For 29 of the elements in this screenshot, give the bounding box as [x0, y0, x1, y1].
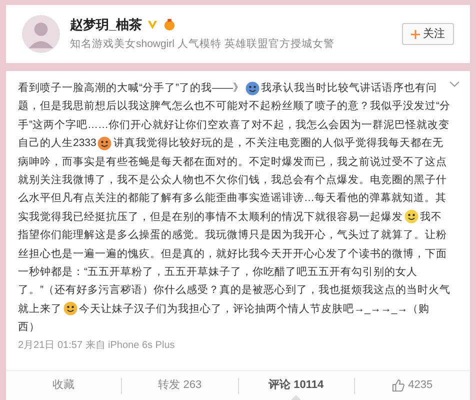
post-text: 丝担心也是一遍一遍的愧疚。但是真的，就好比我今天开开心心发了个读书的微博，下面: [18, 246, 447, 262]
post-text: 我承认我当时比较气讲话语序也有问: [261, 81, 437, 96]
post-text: 实我觉得我已经挺抗压了，但是在别的事情不太顺利的情况下就很容易一起爆发: [18, 210, 403, 225]
post-text: 指望你们能理解这是多么操蛋的感觉。我玩微博只是因为我开心，气头过了就算了。让粉: [18, 228, 447, 244]
post-text: 题，但是我思前想后以我这脾气怎么也不可能对不起粉丝顺了喷子的意？我似乎没发过“分: [18, 99, 450, 114]
post-text: 么水平但凡有点关注的都能了解有多么能歪曲事实造谣诽谤…每天看他的弹幕就知道。其: [18, 191, 446, 206]
chevron-down-icon[interactable]: [449, 81, 460, 88]
avatar: [22, 15, 60, 53]
post-text: 讲真我觉得比较好玩的是，不关注电竞圈的人似乎觉得我每天都在无: [113, 136, 444, 152]
user-bio: 知名游戏美女showgirl 人气模特 英雄联盟官方授城女警: [70, 37, 336, 52]
action-tab[interactable]: 评论 10114: [238, 371, 354, 400]
plus-icon: [411, 30, 420, 38]
post-text: 了。”（还有好多污言秽语）你什么感受？真的是被恶心到了，我也挺烦我这点的当时火气: [18, 283, 450, 298]
post-text: 就别关注我微博了，我不是公众人物也不欠你们钱，我总会有个点爆发。电竞圈的黑子什: [18, 172, 447, 188]
post-text: 手”这两个字吧……你们开心就好让你们空欢喜了对不起，我怎么会因为一群泥巴怪就改变: [18, 118, 450, 133]
post-text: 看到喷子一脸高潮的大喊“分手了”了的我——》: [18, 81, 244, 96]
thumbs-up-icon: [392, 379, 406, 392]
post-text: 病呻吟，而事实是有些苍蝇是每天都在面对的。不定时爆发而已，我之前说过受不了这点: [18, 154, 447, 170]
post-text: 自己的人生2333: [18, 136, 96, 152]
follow-button[interactable]: 关注: [402, 23, 454, 45]
post-meta: 2月21日 01:57 来自 iPhone 6s Plus: [17, 338, 175, 354]
badge-icon: [163, 18, 176, 32]
post-text: 一秒钟都是：“五五开草粉了，五五开草妹子了，你吃醋了吧五五开有勾引别的女人: [18, 264, 418, 280]
post-text: 我不: [420, 210, 442, 225]
action-tab[interactable]: 收藏: [6, 371, 122, 400]
post-text: 就上来了: [18, 302, 62, 317]
user-name[interactable]: 赵梦玥_柚茶: [70, 14, 142, 34]
post-text: 西）: [18, 320, 40, 336]
post-text: 今天让妹子汉子们为我担心了，评论抽两个情人节皮肤吧→_→→_→（购: [79, 302, 430, 317]
